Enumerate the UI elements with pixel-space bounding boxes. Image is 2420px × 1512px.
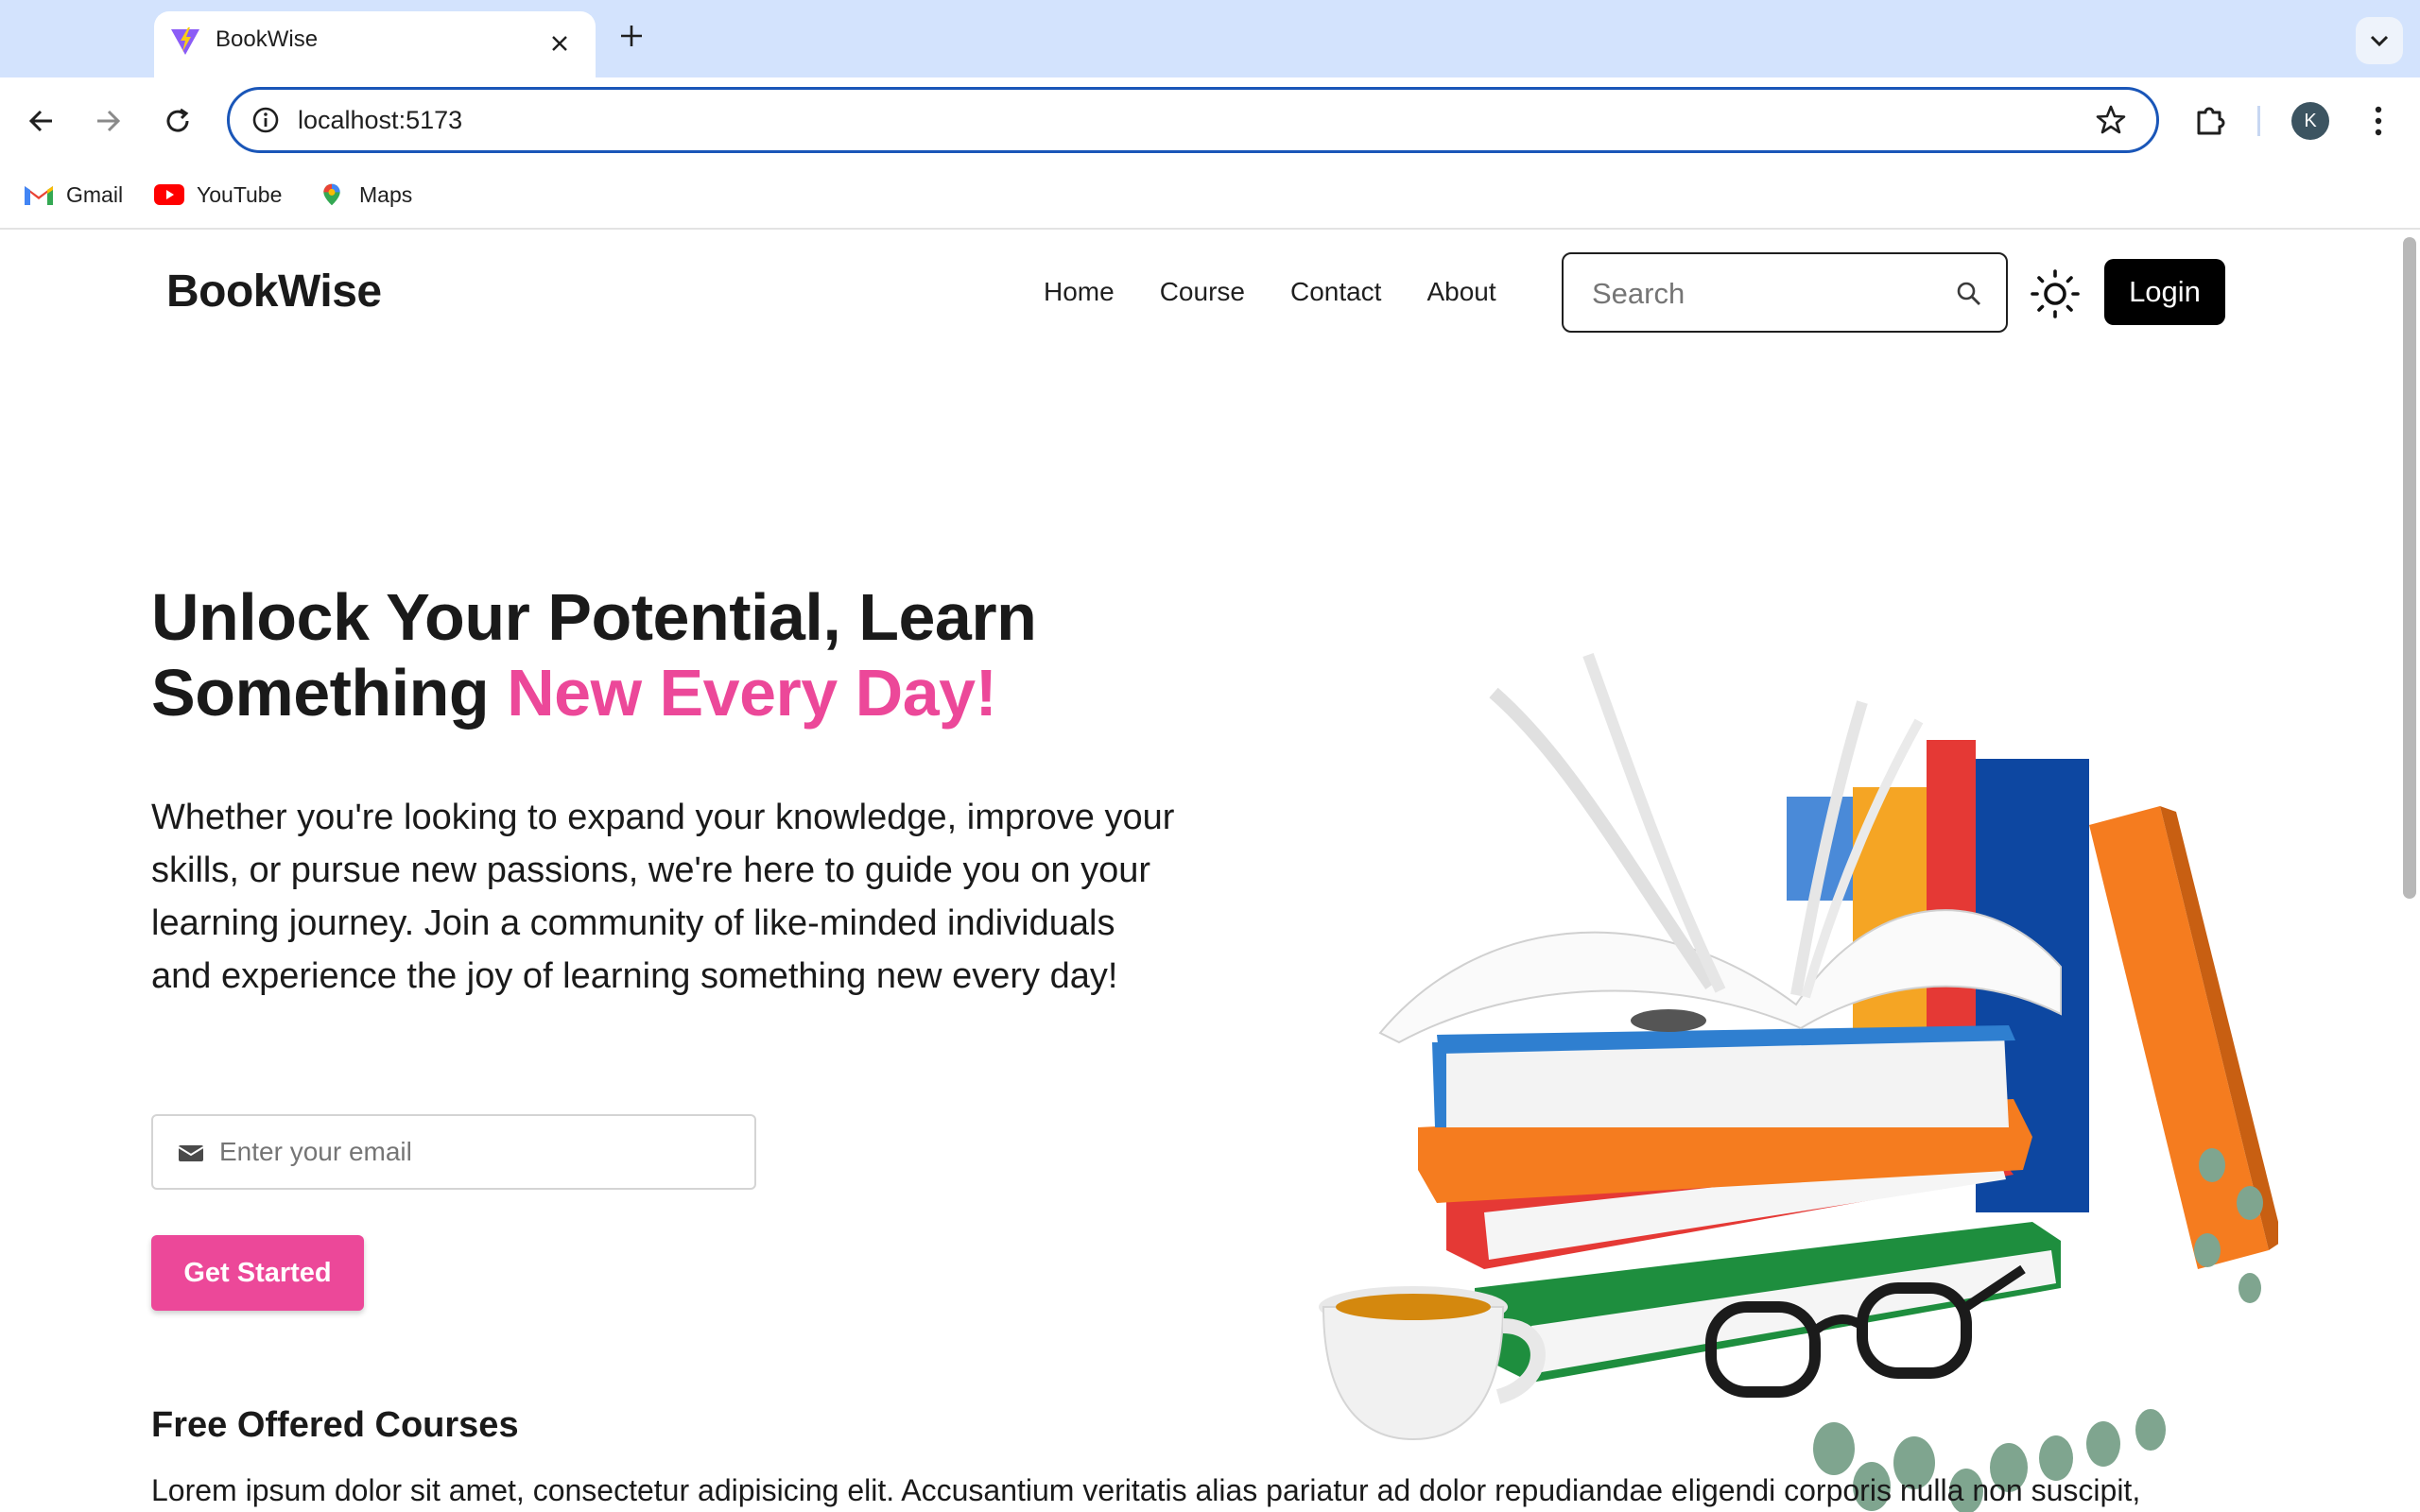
new-tab-icon[interactable] (614, 19, 648, 53)
search-input[interactable] (1592, 277, 1932, 311)
tab-title: BookWise (216, 26, 319, 52)
nav-course[interactable]: Course (1160, 277, 1245, 307)
bookmark-star-icon[interactable] (2094, 103, 2128, 137)
back-arrow-icon[interactable] (21, 100, 62, 142)
tab-strip: BookWise (0, 0, 2420, 77)
bookmark-maps[interactable]: Maps (316, 178, 412, 212)
hero-title-accent: New Every Day! (507, 656, 997, 730)
bookmark-gmail[interactable]: Gmail (23, 178, 123, 212)
search-icon[interactable] (1955, 280, 1983, 308)
bookmark-label: YouTube (197, 181, 283, 207)
toolbar-divider (2257, 106, 2260, 136)
forward-arrow-icon[interactable] (87, 100, 129, 142)
nav-contact[interactable]: Contact (1290, 277, 1382, 307)
email-field-wrapper (151, 1114, 756, 1190)
page-scrollbar[interactable] (2403, 237, 2416, 899)
sun-theme-toggle-icon[interactable] (2029, 267, 2082, 320)
site-info-icon[interactable] (251, 105, 281, 135)
close-tab-icon[interactable] (544, 28, 575, 59)
extensions-puzzle-icon[interactable] (2191, 101, 2229, 139)
email-input[interactable] (219, 1137, 730, 1167)
site-search-box (1562, 252, 2008, 333)
page-viewport: BookWise Home Course Contact About Login… (0, 230, 2420, 1512)
bookmark-label: Gmail (66, 181, 124, 207)
site-logo[interactable]: BookWise (166, 266, 382, 318)
browser-tab[interactable]: BookWise (154, 11, 596, 77)
bookmarks-bar: Gmail YouTube Maps (0, 164, 2420, 230)
get-started-button[interactable]: Get Started (151, 1235, 364, 1311)
free-courses-title: Free Offered Courses (151, 1405, 519, 1445)
profile-avatar[interactable]: K (2291, 102, 2329, 140)
maps-icon (323, 183, 340, 206)
browser-toolbar: localhost:5173 K (0, 77, 2420, 164)
vite-favicon-icon (171, 27, 199, 55)
kebab-menu-icon[interactable] (2361, 102, 2395, 140)
login-button[interactable]: Login (2104, 259, 2225, 325)
gmail-icon (25, 186, 53, 205)
hero-title: Unlock Your Potential, Learn Something N… (151, 579, 1191, 730)
address-bar[interactable]: localhost:5173 (227, 87, 2159, 153)
url-text[interactable]: localhost:5173 (298, 106, 462, 135)
main-nav: Home Course Contact About (1044, 277, 1496, 307)
youtube-icon (154, 184, 184, 205)
books-illustration (1319, 652, 2278, 1512)
nav-about[interactable]: About (1426, 277, 1495, 307)
bookmark-youtube[interactable]: YouTube (153, 178, 282, 212)
nav-home[interactable]: Home (1044, 277, 1115, 307)
reload-icon[interactable] (157, 100, 199, 142)
tab-search-chevron-icon[interactable] (2356, 17, 2403, 64)
bookmark-label: Maps (359, 181, 413, 207)
free-courses-description: Lorem ipsum dolor sit amet, consectetur … (151, 1473, 2141, 1507)
hero-description: Whether you're looking to expand your kn… (151, 798, 1175, 996)
envelope-icon (178, 1145, 204, 1161)
